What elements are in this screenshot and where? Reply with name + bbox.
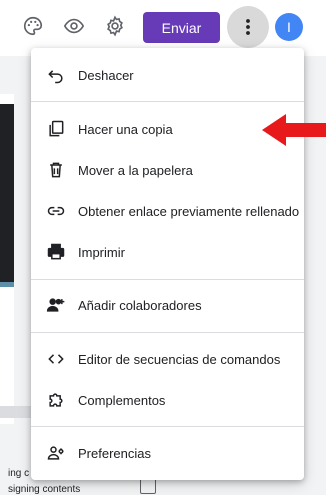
menu-item-label: Mover a la papelera <box>78 162 193 178</box>
more-vert-icon <box>246 19 250 35</box>
menu-item-print[interactable]: Imprimir <box>31 232 304 272</box>
menu-item-label: Deshacer <box>78 67 134 83</box>
menu-item-add-collaborators[interactable]: Añadir colaboradores <box>31 285 304 325</box>
send-button[interactable]: Enviar <box>143 12 220 43</box>
palette-icon[interactable] <box>21 14 45 38</box>
menu-item-label: Editor de secuencias de comandos <box>78 351 281 367</box>
menu-item-label: Imprimir <box>78 244 125 260</box>
more-options-button[interactable] <box>227 6 269 48</box>
menu-item-script-editor[interactable]: Editor de secuencias de comandos <box>31 339 304 379</box>
menu-item-move-to-trash[interactable]: Mover a la papelera <box>31 150 304 190</box>
background-text: signing contents <box>8 484 81 495</box>
menu-item-get-prefilled-link[interactable]: Obtener enlace previamente rellenado <box>31 191 304 231</box>
preferences-icon <box>45 442 67 464</box>
background-header-image <box>0 104 14 282</box>
code-icon <box>45 348 67 370</box>
menu-divider <box>31 332 304 333</box>
red-arrow-annotation <box>262 114 326 146</box>
print-icon <box>45 241 67 263</box>
trash-icon <box>45 159 67 181</box>
undo-icon <box>45 64 67 86</box>
gear-icon[interactable] <box>103 14 127 38</box>
menu-divider <box>31 426 304 427</box>
puzzle-icon <box>45 389 67 411</box>
menu-item-add-ons[interactable]: Complementos <box>31 380 304 420</box>
menu-item-label: Obtener enlace previamente rellenado <box>78 203 300 219</box>
account-avatar[interactable]: I <box>275 13 303 41</box>
add-people-icon <box>45 294 67 316</box>
copy-icon <box>45 118 67 140</box>
menu-item-undo[interactable]: Deshacer <box>31 55 304 95</box>
image-icon[interactable] <box>140 478 156 494</box>
menu-item-label: Preferencias <box>78 445 151 461</box>
menu-item-preferences[interactable]: Preferencias <box>31 433 304 473</box>
background-text: ing c <box>8 468 30 479</box>
eye-icon[interactable] <box>62 14 86 38</box>
menu-divider <box>31 279 304 280</box>
menu-item-label: Hacer una copia <box>78 121 173 137</box>
background-accent-strip <box>0 282 14 287</box>
menu-item-label: Añadir colaboradores <box>78 297 202 313</box>
link-icon <box>45 200 67 222</box>
menu-item-label: Complementos <box>78 392 166 408</box>
menu-divider <box>31 101 304 102</box>
